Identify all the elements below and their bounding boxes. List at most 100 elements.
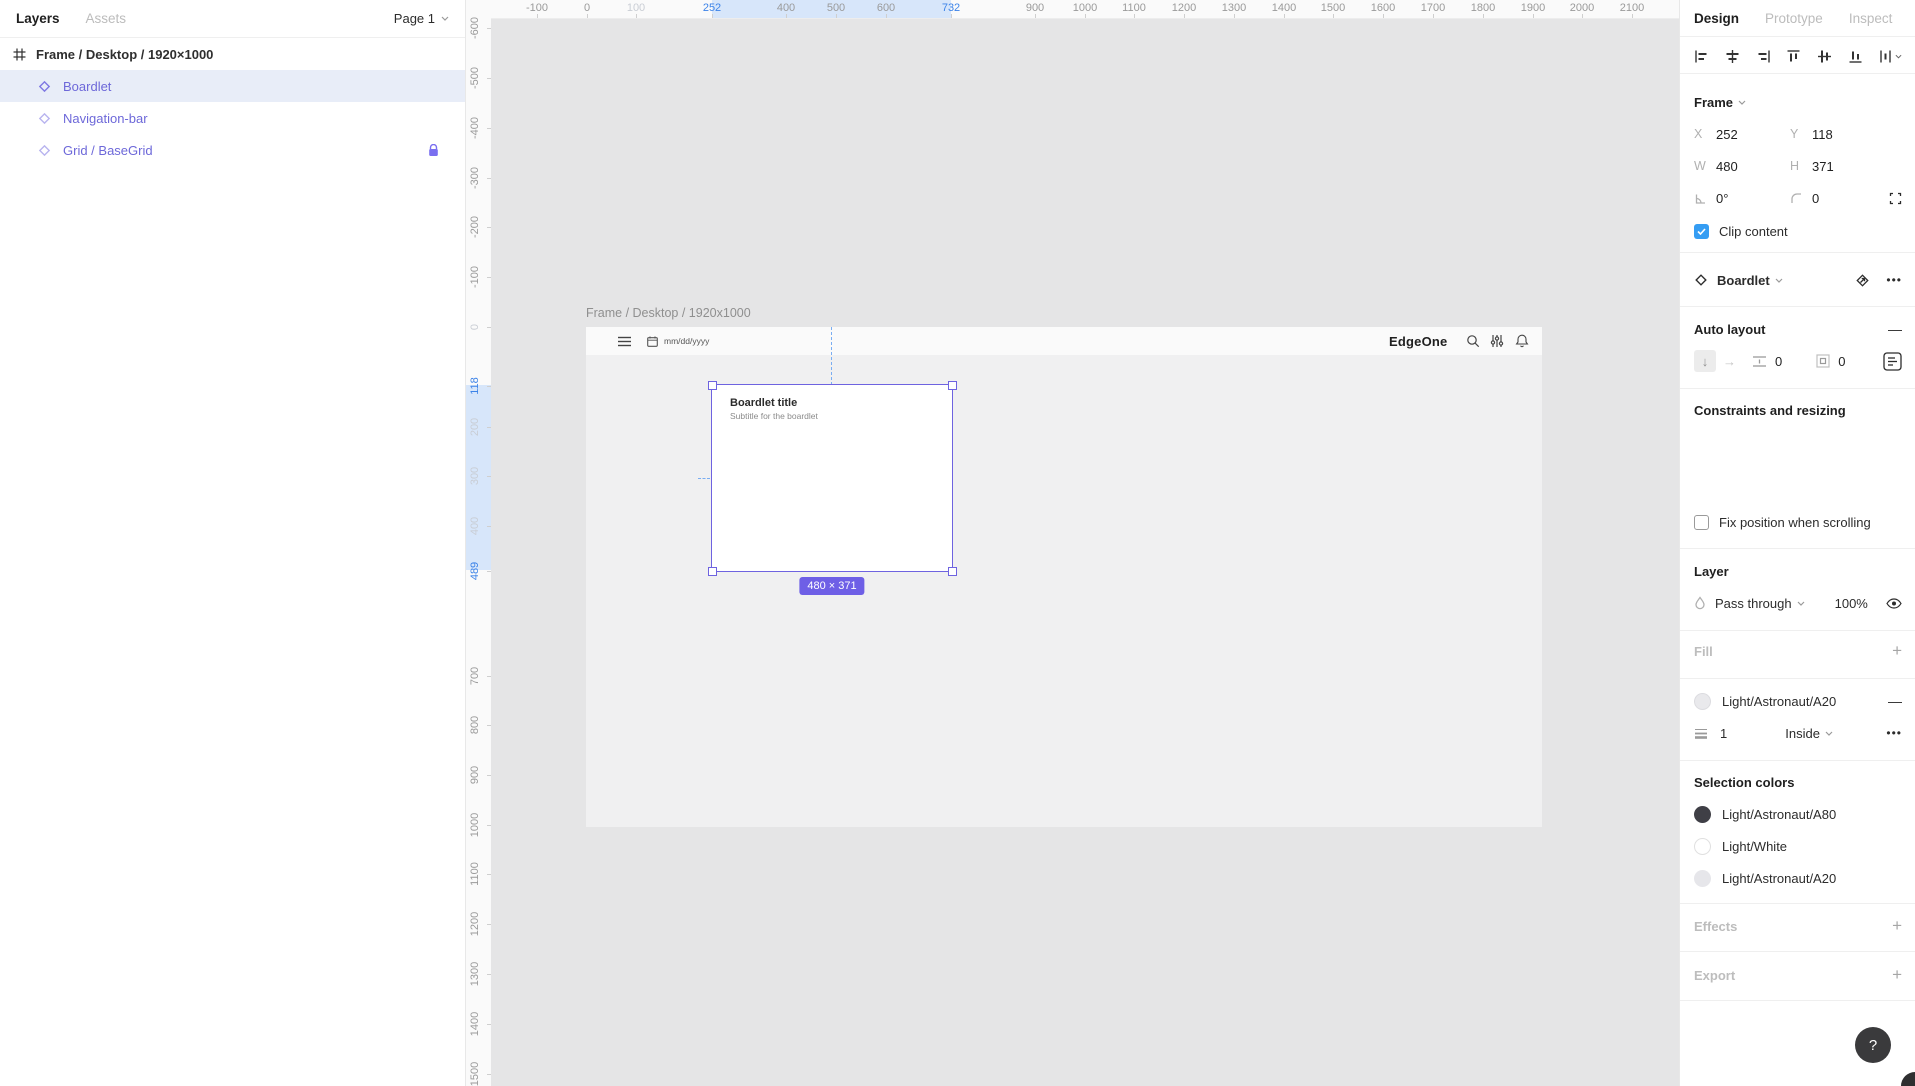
ruler-label: 1500 [1321, 2, 1345, 14]
layout-direction-horizontal-icon[interactable]: → [1723, 354, 1736, 369]
navbar-layer[interactable]: mm/dd/yyyy EdgeOne [586, 327, 1542, 355]
independent-corners-icon[interactable] [1889, 192, 1902, 205]
tab-design[interactable]: Design [1694, 11, 1739, 26]
tab-assets[interactable]: Assets [86, 11, 127, 26]
date-input[interactable]: mm/dd/yyyy [664, 336, 709, 346]
stroke-color-row[interactable]: Light/Astronaut/A20 — [1680, 687, 1915, 715]
selection-size-badge: 480 × 371 [799, 577, 864, 595]
padding-input[interactable]: 0 [1838, 354, 1845, 369]
page-selector[interactable]: Page 1 [394, 11, 449, 26]
clip-content-checkbox-checked[interactable] [1694, 224, 1709, 239]
component-diamond-icon [38, 80, 51, 93]
tab-prototype[interactable]: Prototype [1765, 11, 1823, 26]
blend-mode-icon[interactable] [1694, 596, 1706, 610]
tree-item-boardlet[interactable]: Boardlet [0, 70, 465, 102]
add-effect-icon[interactable]: + [1892, 916, 1902, 936]
distribute-menu-icon[interactable] [1879, 49, 1902, 64]
tab-layers[interactable]: Layers [16, 11, 60, 26]
selection-handle-ne[interactable] [948, 381, 957, 390]
align-bottom-icon[interactable] [1848, 49, 1863, 64]
component-row[interactable]: Boardlet ••• [1680, 266, 1915, 294]
selection-color-row[interactable]: Light/Astronaut/A80 [1680, 800, 1915, 828]
fix-position-row[interactable]: Fix position when scrolling [1680, 508, 1915, 536]
alignment-panel-icon[interactable] [1883, 352, 1902, 371]
stroke-align-select[interactable]: Inside [1785, 726, 1820, 741]
align-top-icon[interactable] [1786, 49, 1801, 64]
ruler-label: 1400 [1272, 2, 1296, 14]
color-swatch[interactable] [1694, 870, 1711, 887]
align-vertical-center-icon[interactable] [1817, 49, 1832, 64]
tab-inspect[interactable]: Inspect [1849, 11, 1893, 26]
ruler-tick [951, 14, 952, 18]
layers-panel: Layers Assets Page 1 Frame / Desktop / 1… [0, 0, 466, 1086]
ruler-tick [1483, 14, 1484, 18]
lock-icon[interactable] [428, 144, 439, 157]
auto-layout-controls: ↓ → 0 0 [1680, 347, 1915, 375]
clip-content-row[interactable]: Clip content [1680, 217, 1915, 245]
corner-radius-input[interactable]: 0 [1812, 191, 1819, 206]
help-button[interactable]: ? [1855, 1027, 1891, 1063]
ruler-label: 252 [703, 2, 721, 14]
tree-item-grid-basegrid[interactable]: Grid / BaseGrid [0, 134, 465, 166]
sliders-icon[interactable] [1490, 334, 1504, 348]
align-horizontal-center-icon[interactable] [1725, 49, 1740, 64]
component-diamond-icon [38, 112, 51, 125]
add-fill-icon[interactable]: + [1892, 641, 1902, 661]
design-frame[interactable]: mm/dd/yyyy EdgeOne Boardlet title Subtit… [586, 327, 1542, 827]
y-input[interactable]: 118 [1812, 127, 1833, 142]
selection-handle-sw[interactable] [708, 567, 717, 576]
ruler-tick [786, 14, 787, 18]
layers-panel-header: Layers Assets Page 1 [0, 0, 465, 38]
left-ruler[interactable]: -600-500-400-300-200-1000118200300400489… [465, 18, 491, 1086]
color-swatch[interactable] [1694, 806, 1711, 823]
ruler-label: 700 [469, 667, 481, 685]
tree-item-navigation-bar[interactable]: Navigation-bar [0, 102, 465, 134]
stroke-more-options-icon[interactable]: ••• [1886, 726, 1902, 740]
selection-color-row[interactable]: Light/Astronaut/A20 [1680, 864, 1915, 892]
add-export-icon[interactable]: + [1892, 965, 1902, 985]
selection-handle-nw[interactable] [708, 381, 717, 390]
top-ruler[interactable]: -100010025240050060073290010001100120013… [465, 0, 1679, 19]
ruler-label: 1200 [1172, 2, 1196, 14]
bell-icon[interactable] [1515, 334, 1529, 348]
color-name: Light/White [1722, 839, 1787, 854]
search-icon[interactable] [1466, 334, 1480, 348]
size-row: W 480 H 371 [1680, 152, 1915, 180]
ruler-tick [487, 476, 491, 477]
auto-layout-header: Auto layout — [1680, 315, 1915, 343]
stroke-weight-input[interactable]: 1 [1720, 726, 1727, 741]
align-right-icon[interactable] [1756, 49, 1771, 64]
more-options-icon[interactable]: ••• [1886, 273, 1902, 287]
stroke-color-swatch[interactable] [1694, 693, 1711, 710]
ruler-label: 900 [1026, 2, 1044, 14]
ruler-tick [1234, 14, 1235, 18]
x-input[interactable]: 252 [1716, 127, 1790, 142]
opacity-input[interactable]: 100% [1835, 596, 1868, 611]
ruler-label: 0 [469, 324, 481, 330]
selection-color-row[interactable]: Light/White [1680, 832, 1915, 860]
hamburger-icon[interactable] [618, 336, 631, 347]
align-left-icon[interactable] [1694, 49, 1709, 64]
width-input[interactable]: 480 [1716, 159, 1790, 174]
item-spacing-input[interactable]: 0 [1775, 354, 1782, 369]
ruler-tick [487, 725, 491, 726]
remove-auto-layout-icon[interactable]: — [1888, 321, 1902, 337]
tree-item-frame-root[interactable]: Frame / Desktop / 1920×1000 [0, 38, 465, 70]
component-actions-icon[interactable] [1855, 273, 1870, 288]
fix-position-checkbox-unchecked[interactable] [1694, 515, 1709, 530]
blend-mode-value[interactable]: Pass through [1715, 596, 1792, 611]
layout-direction-vertical-icon[interactable]: ↓ [1694, 350, 1716, 372]
ruler-label: 1400 [469, 1012, 481, 1036]
color-swatch[interactable] [1694, 838, 1711, 855]
visibility-eye-icon[interactable] [1886, 598, 1902, 609]
frame-section-header[interactable]: Frame [1680, 88, 1915, 116]
height-input[interactable]: 371 [1812, 159, 1834, 174]
selection-handle-se[interactable] [948, 567, 957, 576]
rotation-input[interactable]: 0° [1716, 191, 1790, 206]
boardlet-layer-selected[interactable]: Boardlet title Subtitle for the boardlet [712, 385, 952, 571]
remove-stroke-icon[interactable]: — [1888, 693, 1902, 709]
frame-title-label[interactable]: Frame / Desktop / 1920x1000 [586, 306, 751, 320]
ruler-tick [487, 676, 491, 677]
ruler-label: 400 [777, 2, 795, 14]
calendar-icon[interactable] [647, 336, 658, 347]
